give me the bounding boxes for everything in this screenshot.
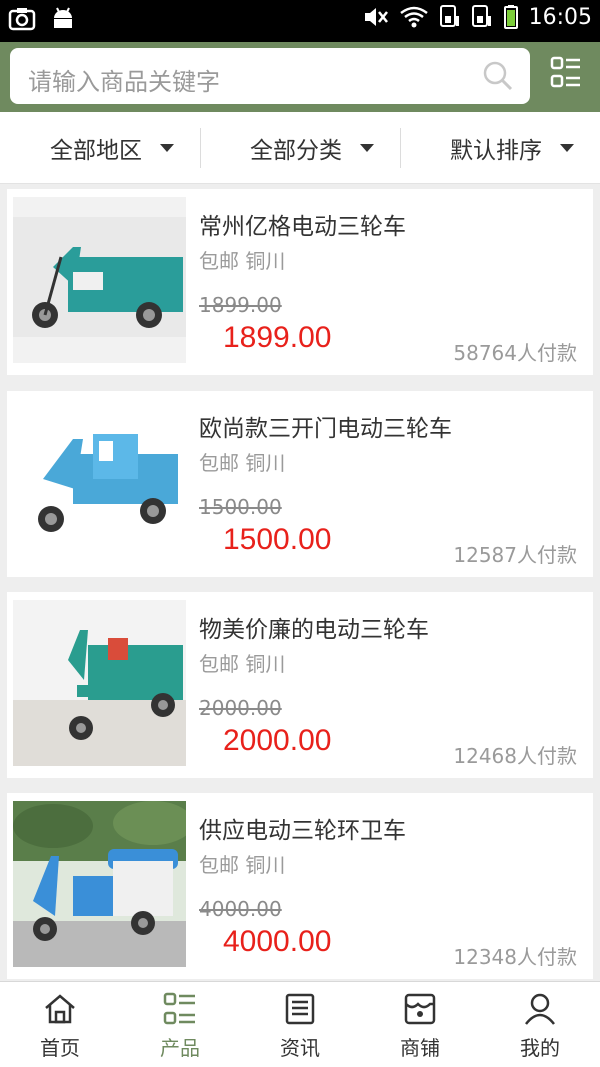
product-title[interactable]: 供应电动三轮环卫车 [199,811,406,845]
divider [400,128,401,168]
product-image[interactable] [13,197,186,363]
product-title[interactable]: 欧尚款三开门电动三轮车 [199,409,452,443]
android-icon [54,7,72,28]
filter-category-label: 全部分类 [250,138,342,164]
store-icon [404,993,436,1025]
product-image[interactable] [13,801,186,967]
filter-region[interactable]: 全部地区 [50,112,174,184]
battery-icon [503,5,518,29]
nav-label-store: 商铺 [400,1036,440,1060]
wifi-icon [399,6,428,28]
filter-bar: 全部地区 全部分类 默认排序 [0,112,600,184]
news-icon [285,993,315,1025]
product-card[interactable]: 欧尚款三开门电动三轮车 包邮 铜川 1500.00 1500.00 12587人… [7,391,593,577]
original-price: 1899.00 [199,293,282,317]
nav-item-news[interactable]: 资讯 [240,982,360,1067]
nav-item-profile[interactable]: 我的 [480,982,600,1067]
sim1-signal-icon [439,5,459,27]
filter-region-label: 全部地区 [50,138,142,164]
home-icon [45,994,75,1024]
search-icon[interactable] [482,60,514,92]
original-price: 4000.00 [199,897,282,921]
product-image[interactable] [13,399,186,565]
category-menu-icon[interactable] [550,56,582,88]
product-card[interactable]: 供应电动三轮环卫车 包邮 铜川 4000.00 4000.00 12348人付款 [7,793,593,979]
product-card[interactable]: 物美价廉的电动三轮车 包邮 铜川 2000.00 2000.00 12468人付… [7,592,593,778]
product-location: 包邮 铜川 [199,652,286,676]
divider [200,128,201,168]
caret-down-icon [360,144,374,152]
profile-icon [525,993,555,1025]
original-price: 2000.00 [199,696,282,720]
nav-label-products: 产品 [160,1036,200,1060]
product-location: 包邮 铜川 [199,249,286,273]
product-title[interactable]: 物美价廉的电动三轮车 [199,610,429,644]
current-price: 1500.00 [223,523,332,556]
mute-icon [364,8,388,26]
search-input[interactable]: 请输入商品关键字 [10,48,530,104]
sales-count: 12587人付款 [453,543,577,567]
current-price: 1899.00 [223,321,332,354]
product-image[interactable] [13,600,186,766]
screenshot-icon [8,8,36,31]
nav-label-news: 资讯 [280,1036,320,1060]
bottom-nav: 首页 产品 资讯 商铺 我的 [0,981,600,1067]
sales-count: 12468人付款 [453,744,577,768]
product-grid-icon [163,992,195,1025]
sim2-signal-icon [471,5,491,27]
nav-label-profile: 我的 [520,1036,560,1060]
product-location: 包邮 铜川 [199,451,286,475]
sales-count: 58764人付款 [453,341,577,365]
sales-count: 12348人付款 [453,945,577,969]
product-title[interactable]: 常州亿格电动三轮车 [199,207,406,241]
nav-item-products[interactable]: 产品 [120,982,240,1067]
nav-label-home: 首页 [40,1036,80,1060]
current-price: 4000.00 [223,925,332,958]
header: 请输入商品关键字 [0,42,600,112]
filter-sort-label: 默认排序 [450,138,542,164]
caret-down-icon [160,144,174,152]
caret-down-icon [560,144,574,152]
search-placeholder: 请输入商品关键字 [28,68,220,96]
filter-category[interactable]: 全部分类 [250,112,374,184]
product-card[interactable]: 常州亿格电动三轮车 包邮 铜川 1899.00 1899.00 58764人付款 [7,189,593,375]
product-location: 包邮 铜川 [199,853,286,877]
nav-item-store[interactable]: 商铺 [360,982,480,1067]
current-price: 2000.00 [223,724,332,757]
clock: 16:05 [528,4,592,30]
status-bar: 16:05 [0,0,600,42]
nav-item-home[interactable]: 首页 [0,982,120,1067]
original-price: 1500.00 [199,495,282,519]
filter-sort[interactable]: 默认排序 [450,112,574,184]
